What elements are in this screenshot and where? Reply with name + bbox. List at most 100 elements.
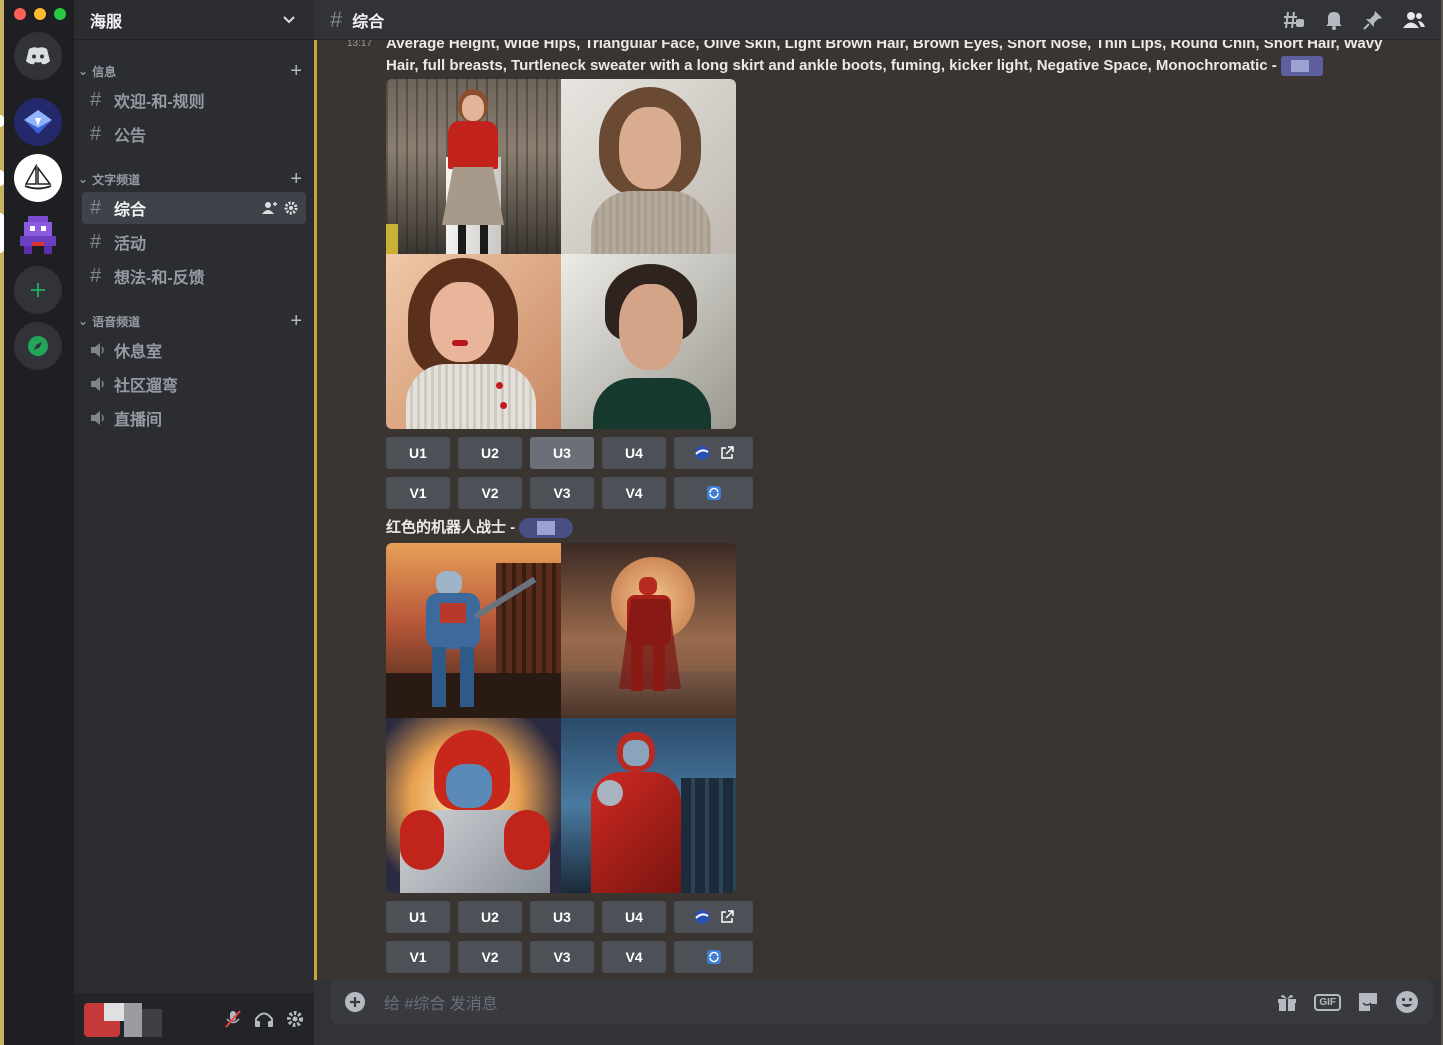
channel-header: # 综合 bbox=[314, 0, 1441, 40]
reroll-icon bbox=[706, 486, 721, 500]
variation-button[interactable]: V3 bbox=[530, 941, 594, 973]
upscale-button[interactable]: U3 bbox=[530, 901, 594, 933]
category-label: 语音频道 bbox=[92, 314, 141, 329]
add-channel-icon[interactable]: + bbox=[290, 61, 302, 81]
hash-icon: # bbox=[90, 264, 102, 287]
grid-image[interactable] bbox=[561, 79, 736, 254]
bell-icon[interactable] bbox=[1325, 10, 1343, 30]
add-channel-icon[interactable]: + bbox=[290, 311, 302, 331]
chevron-down-icon bbox=[283, 15, 295, 23]
member-list-icon[interactable] bbox=[1403, 11, 1425, 29]
message-input[interactable]: 给 #综合 发消息 bbox=[384, 990, 498, 1014]
voice-channel-item[interactable]: 社区遛弯 bbox=[82, 368, 306, 400]
guild-name: 海服 bbox=[90, 13, 123, 31]
server-icon-pixel[interactable] bbox=[14, 210, 62, 258]
channel-item[interactable]: # 想法-和-反馈 bbox=[82, 260, 306, 292]
grid-image[interactable] bbox=[561, 543, 736, 718]
message-list[interactable]: 13:17 Average Height, Wide Hips, Triangu… bbox=[314, 40, 1441, 980]
server-icon-blue[interactable] bbox=[14, 98, 62, 146]
image-grid[interactable] bbox=[386, 79, 736, 429]
gift-icon[interactable] bbox=[1276, 992, 1298, 1012]
channel-label: 直播间 bbox=[114, 412, 163, 429]
channel-item[interactable]: # 欢迎-和-规则 bbox=[82, 84, 306, 116]
category-info[interactable]: ⌄ 信息 + bbox=[78, 61, 302, 81]
add-channel-icon[interactable]: + bbox=[290, 169, 302, 189]
image-grid[interactable] bbox=[386, 543, 736, 893]
server-icon-midjourney[interactable] bbox=[14, 154, 62, 202]
channel-label: 想法-和-反馈 bbox=[114, 270, 205, 287]
upscale-button[interactable]: U2 bbox=[458, 901, 522, 933]
variation-button[interactable]: V4 bbox=[602, 477, 666, 509]
voice-channel-item[interactable]: 休息室 bbox=[82, 334, 306, 366]
upscale-button[interactable]: U3 bbox=[530, 437, 594, 469]
upscale-button[interactable]: U4 bbox=[602, 437, 666, 469]
grid-image[interactable] bbox=[386, 543, 561, 718]
sticker-icon[interactable] bbox=[1357, 991, 1379, 1013]
reroll-button[interactable] bbox=[674, 477, 753, 509]
gear-icon[interactable] bbox=[286, 1010, 304, 1028]
variation-button[interactable]: V3 bbox=[530, 477, 594, 509]
user-mention[interactable] bbox=[1280, 56, 1323, 77]
hash-icon: # bbox=[90, 196, 102, 219]
variation-button[interactable]: V1 bbox=[386, 477, 450, 509]
gif-button[interactable]: GIF bbox=[1314, 993, 1341, 1011]
web-link-button[interactable] bbox=[674, 437, 753, 469]
channel-label: 综合 bbox=[114, 202, 147, 219]
gear-icon[interactable] bbox=[284, 201, 298, 215]
zoom-window-button[interactable] bbox=[54, 8, 66, 20]
emoji-icon[interactable] bbox=[1395, 990, 1419, 1014]
web-link-button[interactable] bbox=[674, 901, 753, 933]
variation-button[interactable]: V2 bbox=[458, 477, 522, 509]
attach-plus-icon[interactable] bbox=[344, 991, 366, 1013]
speaker-icon bbox=[91, 377, 104, 391]
invite-user-icon[interactable] bbox=[262, 201, 278, 215]
upscale-button[interactable]: U1 bbox=[386, 901, 450, 933]
reroll-button[interactable] bbox=[674, 941, 753, 973]
user-mention[interactable] bbox=[519, 518, 574, 539]
headphones-icon[interactable] bbox=[254, 1010, 274, 1028]
pin-icon[interactable] bbox=[1363, 10, 1383, 30]
voice-channel-item[interactable]: 直播间 bbox=[82, 402, 306, 434]
grid-image[interactable] bbox=[386, 79, 561, 254]
grid-image[interactable] bbox=[386, 254, 561, 429]
grid-image[interactable] bbox=[561, 254, 736, 429]
channel-item-active[interactable]: # 综合 bbox=[82, 192, 306, 224]
sailboat-icon bbox=[24, 164, 52, 190]
explore-button[interactable] bbox=[14, 322, 62, 370]
planet-icon bbox=[694, 446, 709, 460]
upscale-button[interactable]: U2 bbox=[458, 437, 522, 469]
message-composer: 给 #综合 发消息 GIF bbox=[330, 980, 1433, 1024]
plus-icon bbox=[31, 283, 45, 297]
avatar[interactable] bbox=[84, 999, 164, 1039]
guild-header[interactable]: 海服 bbox=[74, 0, 314, 40]
diamond-ship-icon bbox=[24, 110, 52, 134]
external-link-icon bbox=[720, 910, 734, 923]
speaker-icon bbox=[91, 343, 104, 357]
upscale-button[interactable]: U4 bbox=[602, 901, 666, 933]
category-voice[interactable]: ⌄ 语音频道 + bbox=[78, 311, 302, 331]
variation-button[interactable]: V4 bbox=[602, 941, 666, 973]
mic-muted-icon[interactable] bbox=[224, 1009, 242, 1029]
minimize-window-button[interactable] bbox=[34, 8, 46, 20]
hash-icon: # bbox=[330, 6, 343, 32]
variation-button[interactable]: V1 bbox=[386, 941, 450, 973]
unread-pill bbox=[0, 170, 4, 186]
close-window-button[interactable] bbox=[14, 8, 26, 20]
channel-label: 欢迎-和-规则 bbox=[114, 94, 205, 111]
upscale-button[interactable]: U1 bbox=[386, 437, 450, 469]
category-text[interactable]: ⌄ 文字频道 + bbox=[78, 169, 302, 189]
home-button[interactable] bbox=[14, 32, 62, 80]
channel-sidebar: 海服 ⌄ 信息 + # 欢迎-和-规则 # 公告 ⌄ 文字频道 + # 综合 # 活动 # 想… bbox=[74, 0, 314, 1045]
grid-image[interactable] bbox=[561, 718, 736, 893]
chevron-icon: ⌄ bbox=[78, 172, 89, 186]
channel-label: 公告 bbox=[114, 128, 147, 145]
planet-icon bbox=[694, 910, 709, 924]
channel-item[interactable]: # 公告 bbox=[82, 118, 306, 150]
prompt-text: Average Height, Wide Hips, Triangular Fa… bbox=[386, 40, 1382, 77]
compass-icon bbox=[28, 336, 48, 356]
threads-icon[interactable] bbox=[1283, 10, 1305, 30]
grid-image[interactable] bbox=[386, 718, 561, 893]
variation-button[interactable]: V2 bbox=[458, 941, 522, 973]
add-server-button[interactable] bbox=[14, 266, 62, 314]
channel-item[interactable]: # 活动 bbox=[82, 226, 306, 258]
